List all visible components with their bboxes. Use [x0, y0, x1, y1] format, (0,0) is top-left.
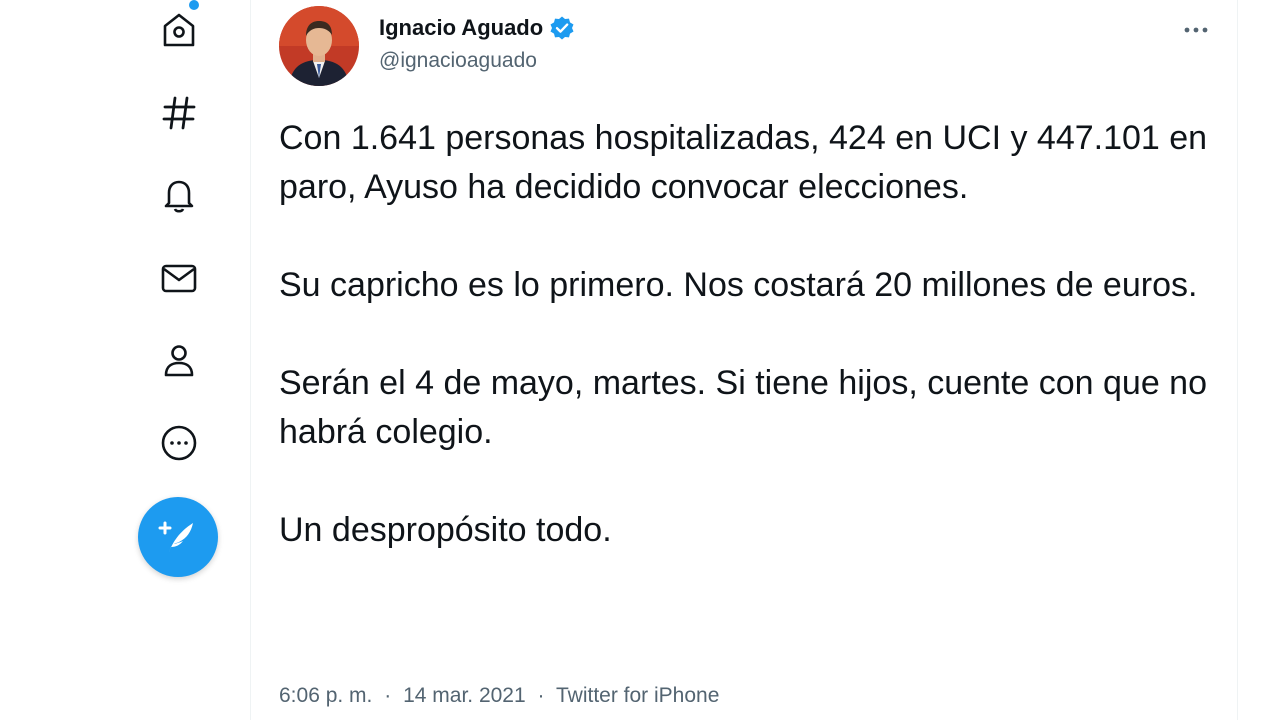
- envelope-icon: [159, 258, 199, 298]
- more-circle-icon: [159, 423, 199, 463]
- tweet-text: Con 1.641 personas hospitalizadas, 424 e…: [279, 114, 1209, 604]
- meta-separator: ·: [537, 684, 545, 707]
- compose-tweet-button[interactable]: [138, 497, 218, 577]
- nav-home[interactable]: [150, 0, 208, 58]
- main-column: Ignacio Aguado @ignacioaguado Con 1.641 …: [250, 0, 1238, 720]
- tweet-paragraph: Su capricho es lo primero. Nos costará 2…: [279, 266, 1198, 304]
- tweet-source[interactable]: Twitter for iPhone: [556, 684, 719, 707]
- nav-messages[interactable]: [150, 249, 208, 307]
- author-name[interactable]: Ignacio Aguado: [379, 15, 575, 41]
- more-horizontal-icon: [1181, 15, 1211, 45]
- nav-profile[interactable]: [150, 331, 208, 389]
- verified-badge-icon: [549, 15, 575, 41]
- tweet-paragraph: Serán el 4 de mayo, martes. Si tiene hij…: [279, 364, 1207, 451]
- avatar[interactable]: [279, 6, 359, 86]
- tweet-date[interactable]: 14 mar. 2021: [403, 684, 526, 707]
- meta-separator: ·: [384, 684, 392, 707]
- tweet-paragraph: Con 1.641 personas hospitalizadas, 424 e…: [279, 119, 1208, 206]
- notification-dot: [189, 0, 199, 10]
- nav-explore[interactable]: [150, 84, 208, 142]
- tweet-meta: 6:06 p. m. · 14 mar. 2021 · Twitter for …: [279, 684, 719, 708]
- home-icon: [159, 9, 199, 49]
- nav-more[interactable]: [150, 414, 208, 472]
- author-name-text: Ignacio Aguado: [379, 15, 544, 40]
- author-handle[interactable]: @ignacioaguado: [379, 49, 537, 73]
- sidebar-nav: [130, 0, 230, 720]
- avatar-portrait: [279, 6, 359, 86]
- nav-notifications[interactable]: [150, 166, 208, 224]
- bell-icon: [159, 175, 199, 215]
- tweet-more-button[interactable]: [1171, 10, 1221, 50]
- tweet-time[interactable]: 6:06 p. m.: [279, 684, 372, 707]
- hashtag-icon: [159, 93, 199, 133]
- feather-plus-icon: [155, 514, 201, 560]
- app-window: Ignacio Aguado @ignacioaguado Con 1.641 …: [0, 0, 1280, 720]
- tweet-paragraph: Un despropósito todo.: [279, 511, 612, 549]
- person-icon: [159, 340, 199, 380]
